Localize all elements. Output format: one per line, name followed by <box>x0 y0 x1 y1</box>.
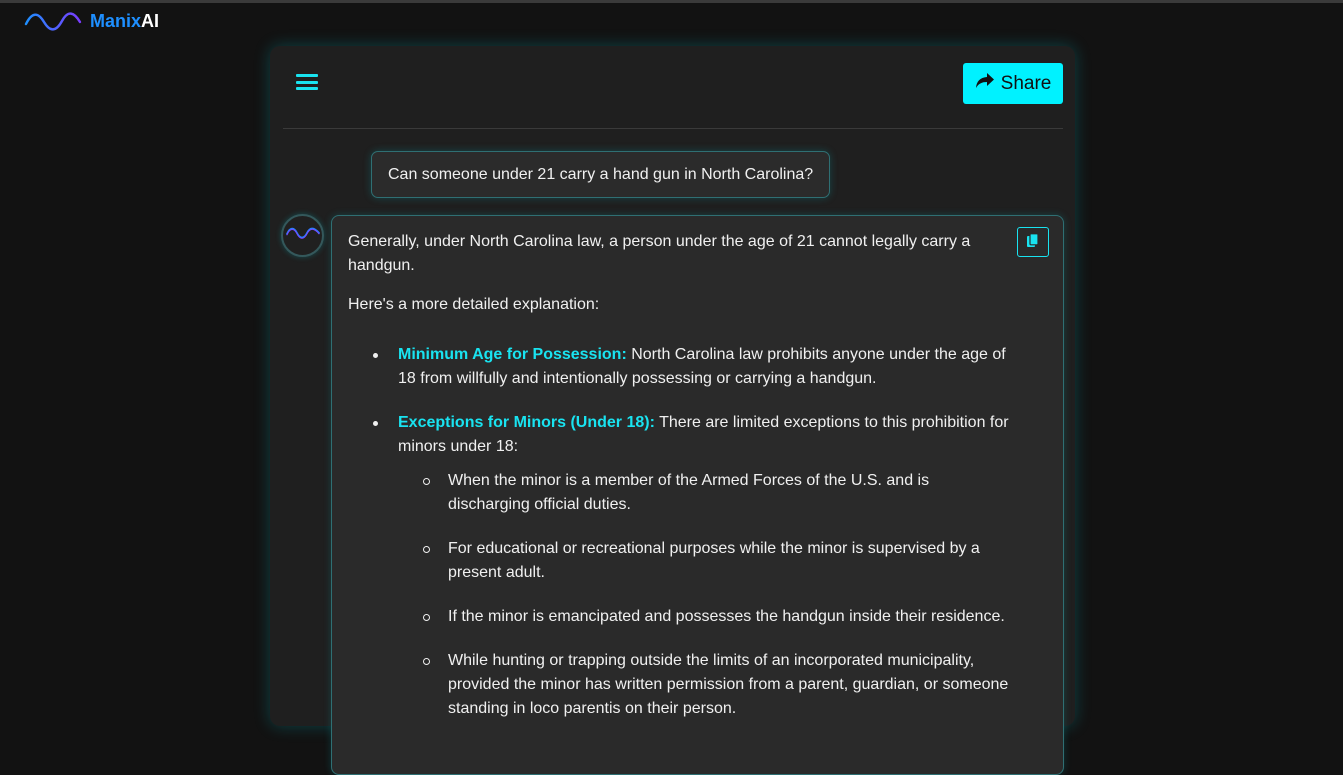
bot-intro: Generally, under North Carolina law, a p… <box>348 233 971 274</box>
list-item: Exceptions for Minors (Under 18): There … <box>373 411 1023 721</box>
share-arrow-icon <box>975 72 995 96</box>
top-border <box>0 0 1343 3</box>
sub-list-item: While hunting or trapping outside the li… <box>423 649 1013 721</box>
bot-lead: Here's a more detailed explanation: <box>348 296 600 313</box>
wave-icon <box>24 10 82 32</box>
list-item-heading: Exceptions for Minors (Under 18): <box>398 414 655 431</box>
bot-message: Generally, under North Carolina law, a p… <box>331 215 1064 775</box>
share-button[interactable]: Share <box>963 63 1063 104</box>
sub-list: When the minor is a member of the Armed … <box>398 469 1023 721</box>
sub-list-item: If the minor is emancipated and possesse… <box>423 605 1013 629</box>
bot-list: Minimum Age for Possession: North Caroli… <box>348 343 1047 721</box>
chat-panel: Share Can someone under 21 carry a hand … <box>270 46 1075 775</box>
copy-button[interactable] <box>1017 227 1049 257</box>
brand-name-part1: Manix <box>90 10 142 31</box>
brand-logo[interactable]: ManixAI <box>24 8 159 34</box>
header-divider <box>283 128 1063 129</box>
copy-icon <box>1026 232 1040 252</box>
list-item: Minimum Age for Possession: North Caroli… <box>373 343 1023 391</box>
sub-list-item: When the minor is a member of the Armed … <box>423 469 1013 517</box>
share-label: Share <box>1000 72 1052 94</box>
wave-icon <box>285 226 320 245</box>
sub-list-item: For educational or recreational purposes… <box>423 537 1013 585</box>
brand-name-part2: AI <box>141 10 160 31</box>
bot-avatar <box>281 214 324 257</box>
user-message-text: Can someone under 21 carry a hand gun in… <box>388 165 814 183</box>
user-message: Can someone under 21 carry a hand gun in… <box>371 151 831 198</box>
hamburger-icon[interactable] <box>296 72 318 92</box>
list-item-heading: Minimum Age for Possession: <box>398 346 627 363</box>
